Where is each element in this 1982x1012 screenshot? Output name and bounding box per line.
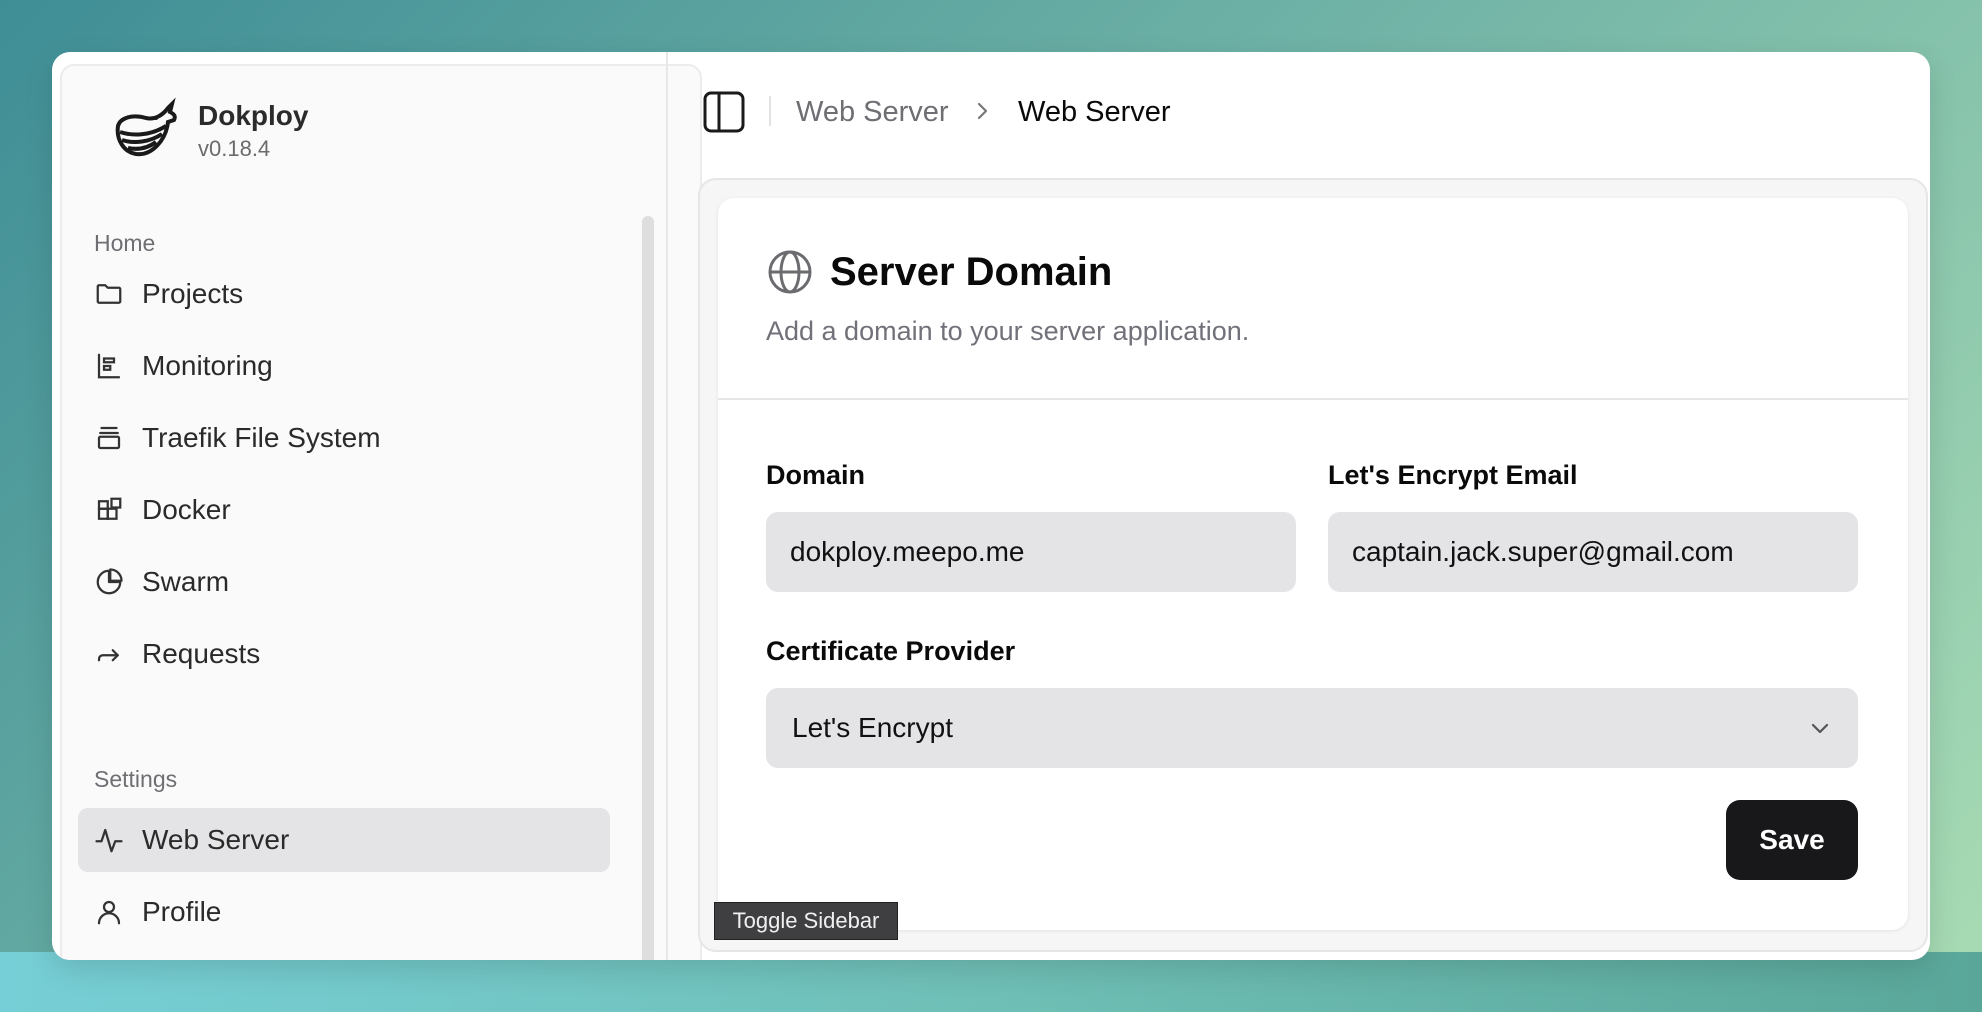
domain-input[interactable] <box>766 512 1296 592</box>
email-input[interactable] <box>1328 512 1858 592</box>
section-label-settings: Settings <box>94 766 178 792</box>
sidebar-item-docker[interactable]: Docker <box>78 478 610 542</box>
sidebar-item-profile[interactable]: Profile <box>78 880 610 944</box>
sidebar-item-label: Swarm <box>142 566 230 597</box>
domain-label: Domain <box>766 460 866 490</box>
brand[interactable]: Dokploy v0.18.4 <box>110 96 308 166</box>
header-separator <box>769 96 771 126</box>
sidebar-item-swarm[interactable]: Swarm <box>78 550 610 614</box>
sidebar-item-label: Monitoring <box>142 350 273 381</box>
sidebar-item-label: Requests <box>142 638 261 669</box>
card-description: Add a domain to your server application. <box>766 316 1250 346</box>
certificate-provider-select[interactable]: Let's Encrypt <box>766 688 1858 768</box>
forward-arrow-icon <box>94 639 124 669</box>
dokploy-logo-icon <box>115 97 177 157</box>
brand-version: v0.18.4 <box>198 136 271 161</box>
sidebar-item-label: Projects <box>142 278 244 309</box>
globe-icon <box>768 250 812 294</box>
folder-icon <box>94 279 124 309</box>
blocks-icon <box>94 495 124 525</box>
save-button[interactable]: Save <box>1726 800 1858 880</box>
toggle-sidebar-icon[interactable] <box>702 90 746 134</box>
brand-name: Dokploy <box>198 100 309 131</box>
chevron-right-icon <box>977 102 988 120</box>
card-title: Server Domain <box>830 249 1113 294</box>
sidebar: Dokploy v0.18.4 Home Projects Monitoring… <box>60 64 702 960</box>
user-icon <box>94 897 124 927</box>
sidebar-item-monitoring[interactable]: Monitoring <box>78 334 610 398</box>
bar-chart-icon <box>94 351 124 381</box>
pie-chart-icon <box>94 567 124 597</box>
sidebar-item-projects[interactable]: Projects <box>78 262 610 326</box>
sidebar-item-label: Web Server <box>142 824 290 855</box>
sidebar-item-requests[interactable]: Requests <box>78 622 610 686</box>
layers-icon <box>94 423 124 453</box>
sidebar-scrollbar[interactable] <box>642 216 654 960</box>
sidebar-divider <box>666 52 668 960</box>
certificate-provider-label: Certificate Provider <box>766 636 1016 666</box>
sidebar-item-web-server[interactable]: Web Server <box>78 808 610 872</box>
sidebar-item-traefik-file-system[interactable]: Traefik File System <box>78 406 610 470</box>
section-label-home: Home <box>94 230 156 256</box>
app-window: Dokploy v0.18.4 Home Projects Monitoring… <box>52 52 1930 960</box>
background <box>0 952 1982 1012</box>
sidebar-item-label: Traefik File System <box>142 422 381 453</box>
sidebar-item-label: Profile <box>142 896 222 927</box>
sidebar-item-label: Docker <box>142 494 231 525</box>
activity-icon <box>94 825 124 855</box>
chevron-down-icon <box>1811 723 1829 734</box>
breadcrumb-parent[interactable]: Web Server <box>796 96 949 129</box>
card-divider <box>718 398 1908 400</box>
toggle-sidebar-tooltip: Toggle Sidebar <box>714 902 898 940</box>
breadcrumb-current: Web Server <box>1018 96 1171 128</box>
email-label: Let's Encrypt Email <box>1328 460 1578 490</box>
header: Web Server Web Server <box>698 52 1930 172</box>
certificate-provider-value: Let's Encrypt <box>792 712 953 743</box>
server-domain-card: Server Domain Add a domain to your serve… <box>718 198 1908 930</box>
